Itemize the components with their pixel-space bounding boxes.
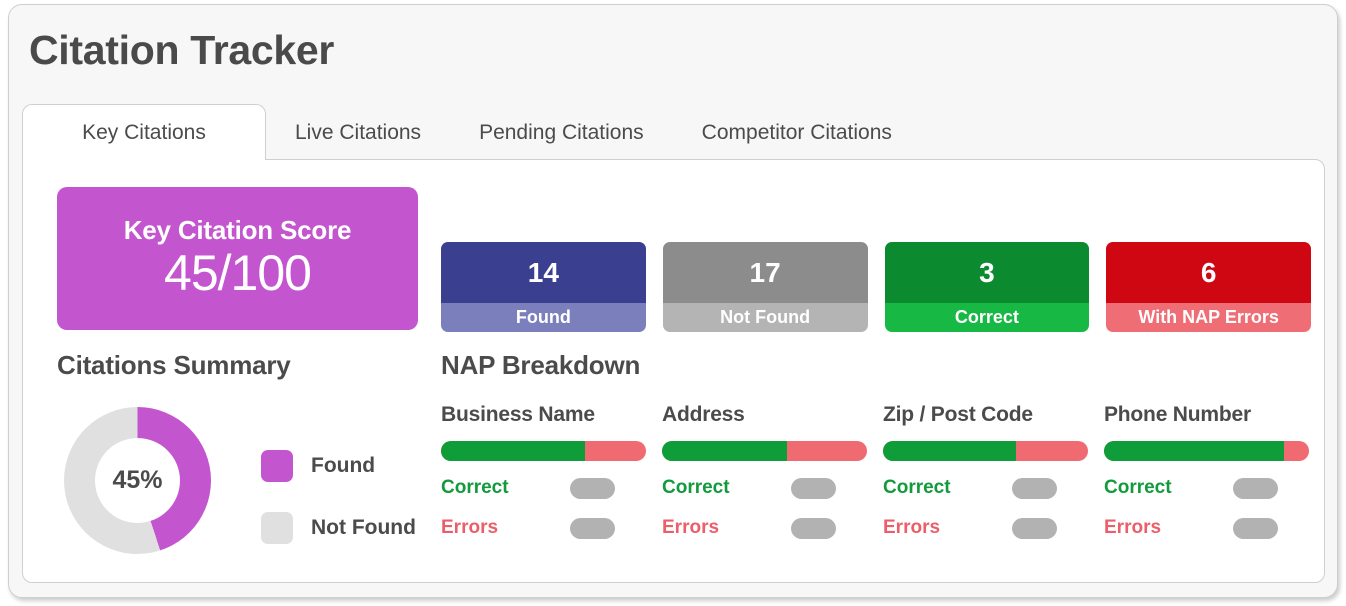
nap-breakdown-grid: Business Name Correct Errors Address Correct… (441, 403, 1331, 541)
tab-label: Pending Citations (479, 120, 644, 144)
nap-correct-row: Correct (883, 475, 1057, 501)
stat-card-not-found[interactable]: 17 Not Found (662, 242, 868, 332)
stat-card-found[interactable]: 14 Found (441, 242, 646, 332)
key-citation-score-card: Key Citation Score 45/100 (57, 187, 418, 330)
stat-card-caption: Found (441, 303, 646, 332)
stat-card-value: 14 (441, 242, 646, 303)
nap-errors-value-placeholder (1233, 517, 1278, 539)
nap-column-business-name: Business Name Correct Errors (441, 403, 646, 541)
nap-column-title: Business Name (441, 403, 595, 426)
nap-errors-value-placeholder (1012, 517, 1057, 539)
tab-key-citations[interactable]: Key Citations (22, 104, 266, 162)
stat-card-caption: Correct (884, 303, 1090, 332)
nap-column-phone-number: Phone Number Correct Errors (1104, 403, 1309, 541)
stat-card-row: 14 Found 17 Not Found 3 Correct 6 With NAP Erro… (441, 242, 1311, 332)
tab-competitor-citations[interactable]: Competitor Citations (673, 104, 921, 160)
key-citation-score-label: Key Citation Score (123, 215, 352, 245)
nap-column-title: Address (662, 403, 745, 426)
legend-item-found[interactable]: Found (261, 450, 416, 482)
nap-correct-label: Correct (1104, 477, 1172, 498)
nap-progress-bar-correct-fill (441, 441, 585, 461)
legend-swatch (261, 450, 293, 482)
nap-errors-row: Errors (883, 515, 1057, 541)
nap-errors-value-placeholder (791, 517, 836, 539)
nap-errors-label: Errors (883, 517, 941, 538)
tab-label: Key Citations (82, 120, 206, 144)
nap-errors-label: Errors (1104, 517, 1162, 538)
nap-progress-bar (662, 441, 867, 461)
stat-card-value: 17 (662, 242, 868, 303)
tab-label: Competitor Citations (701, 120, 892, 144)
nap-progress-bar (1104, 441, 1309, 461)
nap-progress-bar (883, 441, 1088, 461)
stat-card-correct[interactable]: 3 Correct (884, 242, 1090, 332)
stat-card-caption: Not Found (662, 303, 868, 332)
nap-errors-row: Errors (662, 515, 836, 541)
donut-legend: Found Not Found (261, 450, 416, 574)
nap-correct-value-placeholder (1233, 477, 1278, 499)
nap-correct-row: Correct (662, 475, 836, 501)
legend-label: Found (311, 454, 376, 477)
stat-card-with-nap-errors[interactable]: 6 With NAP Errors (1106, 242, 1311, 332)
nap-correct-label: Correct (883, 477, 951, 498)
nap-correct-label: Correct (662, 477, 730, 498)
tab-label: Live Citations (295, 120, 422, 144)
nap-correct-label: Correct (441, 477, 509, 498)
nap-progress-bar-correct-fill (662, 441, 788, 461)
nap-column-title: Zip / Post Code (883, 403, 1033, 426)
donut-percent-label: 45% (112, 466, 163, 494)
page-title: Citation Tracker (29, 27, 335, 73)
legend-swatch (261, 512, 293, 544)
nap-errors-row: Errors (441, 515, 615, 541)
nap-correct-row: Correct (1104, 475, 1278, 501)
citations-donut-chart: 45% (64, 407, 211, 554)
tab-pending-citations[interactable]: Pending Citations (450, 104, 673, 160)
nap-correct-value-placeholder (791, 477, 836, 499)
nap-correct-value-placeholder (570, 477, 615, 499)
stat-card-caption: With NAP Errors (1106, 303, 1311, 332)
tab-live-citations[interactable]: Live Citations (266, 104, 450, 160)
nap-progress-bar-correct-fill (1104, 441, 1285, 461)
app-window: Citation Tracker Key Citations Live Citat… (8, 4, 1338, 598)
stat-card-value: 3 (884, 242, 1090, 303)
nap-progress-bar (441, 441, 646, 461)
nap-correct-value-placeholder (1012, 477, 1057, 499)
legend-item-not-found[interactable]: Not Found (261, 512, 416, 544)
nap-errors-row: Errors (1104, 515, 1278, 541)
legend-label: Not Found (311, 516, 416, 539)
tab-bar: Key Citations Live Citations Pending Citat… (22, 104, 1325, 162)
nap-errors-value-placeholder (570, 517, 615, 539)
nap-errors-label: Errors (662, 517, 720, 538)
nap-column-title: Phone Number (1104, 403, 1251, 426)
nap-progress-bar-correct-fill (883, 441, 1017, 461)
nap-column-zip-post-code: Zip / Post Code Correct Errors (883, 403, 1088, 541)
donut-center: 45% (95, 438, 180, 523)
key-citations-panel: Key Citation Score 45/100 14 Found 17 Not F… (22, 159, 1325, 583)
key-citation-score-value: 45/100 (164, 245, 312, 301)
nap-errors-label: Errors (441, 517, 499, 538)
citations-summary-heading: Citations Summary (57, 350, 291, 380)
nap-correct-row: Correct (441, 475, 615, 501)
nap-column-address: Address Correct Errors (662, 403, 867, 541)
stat-card-value: 6 (1106, 242, 1311, 303)
nap-breakdown-heading: NAP Breakdown (441, 350, 641, 380)
